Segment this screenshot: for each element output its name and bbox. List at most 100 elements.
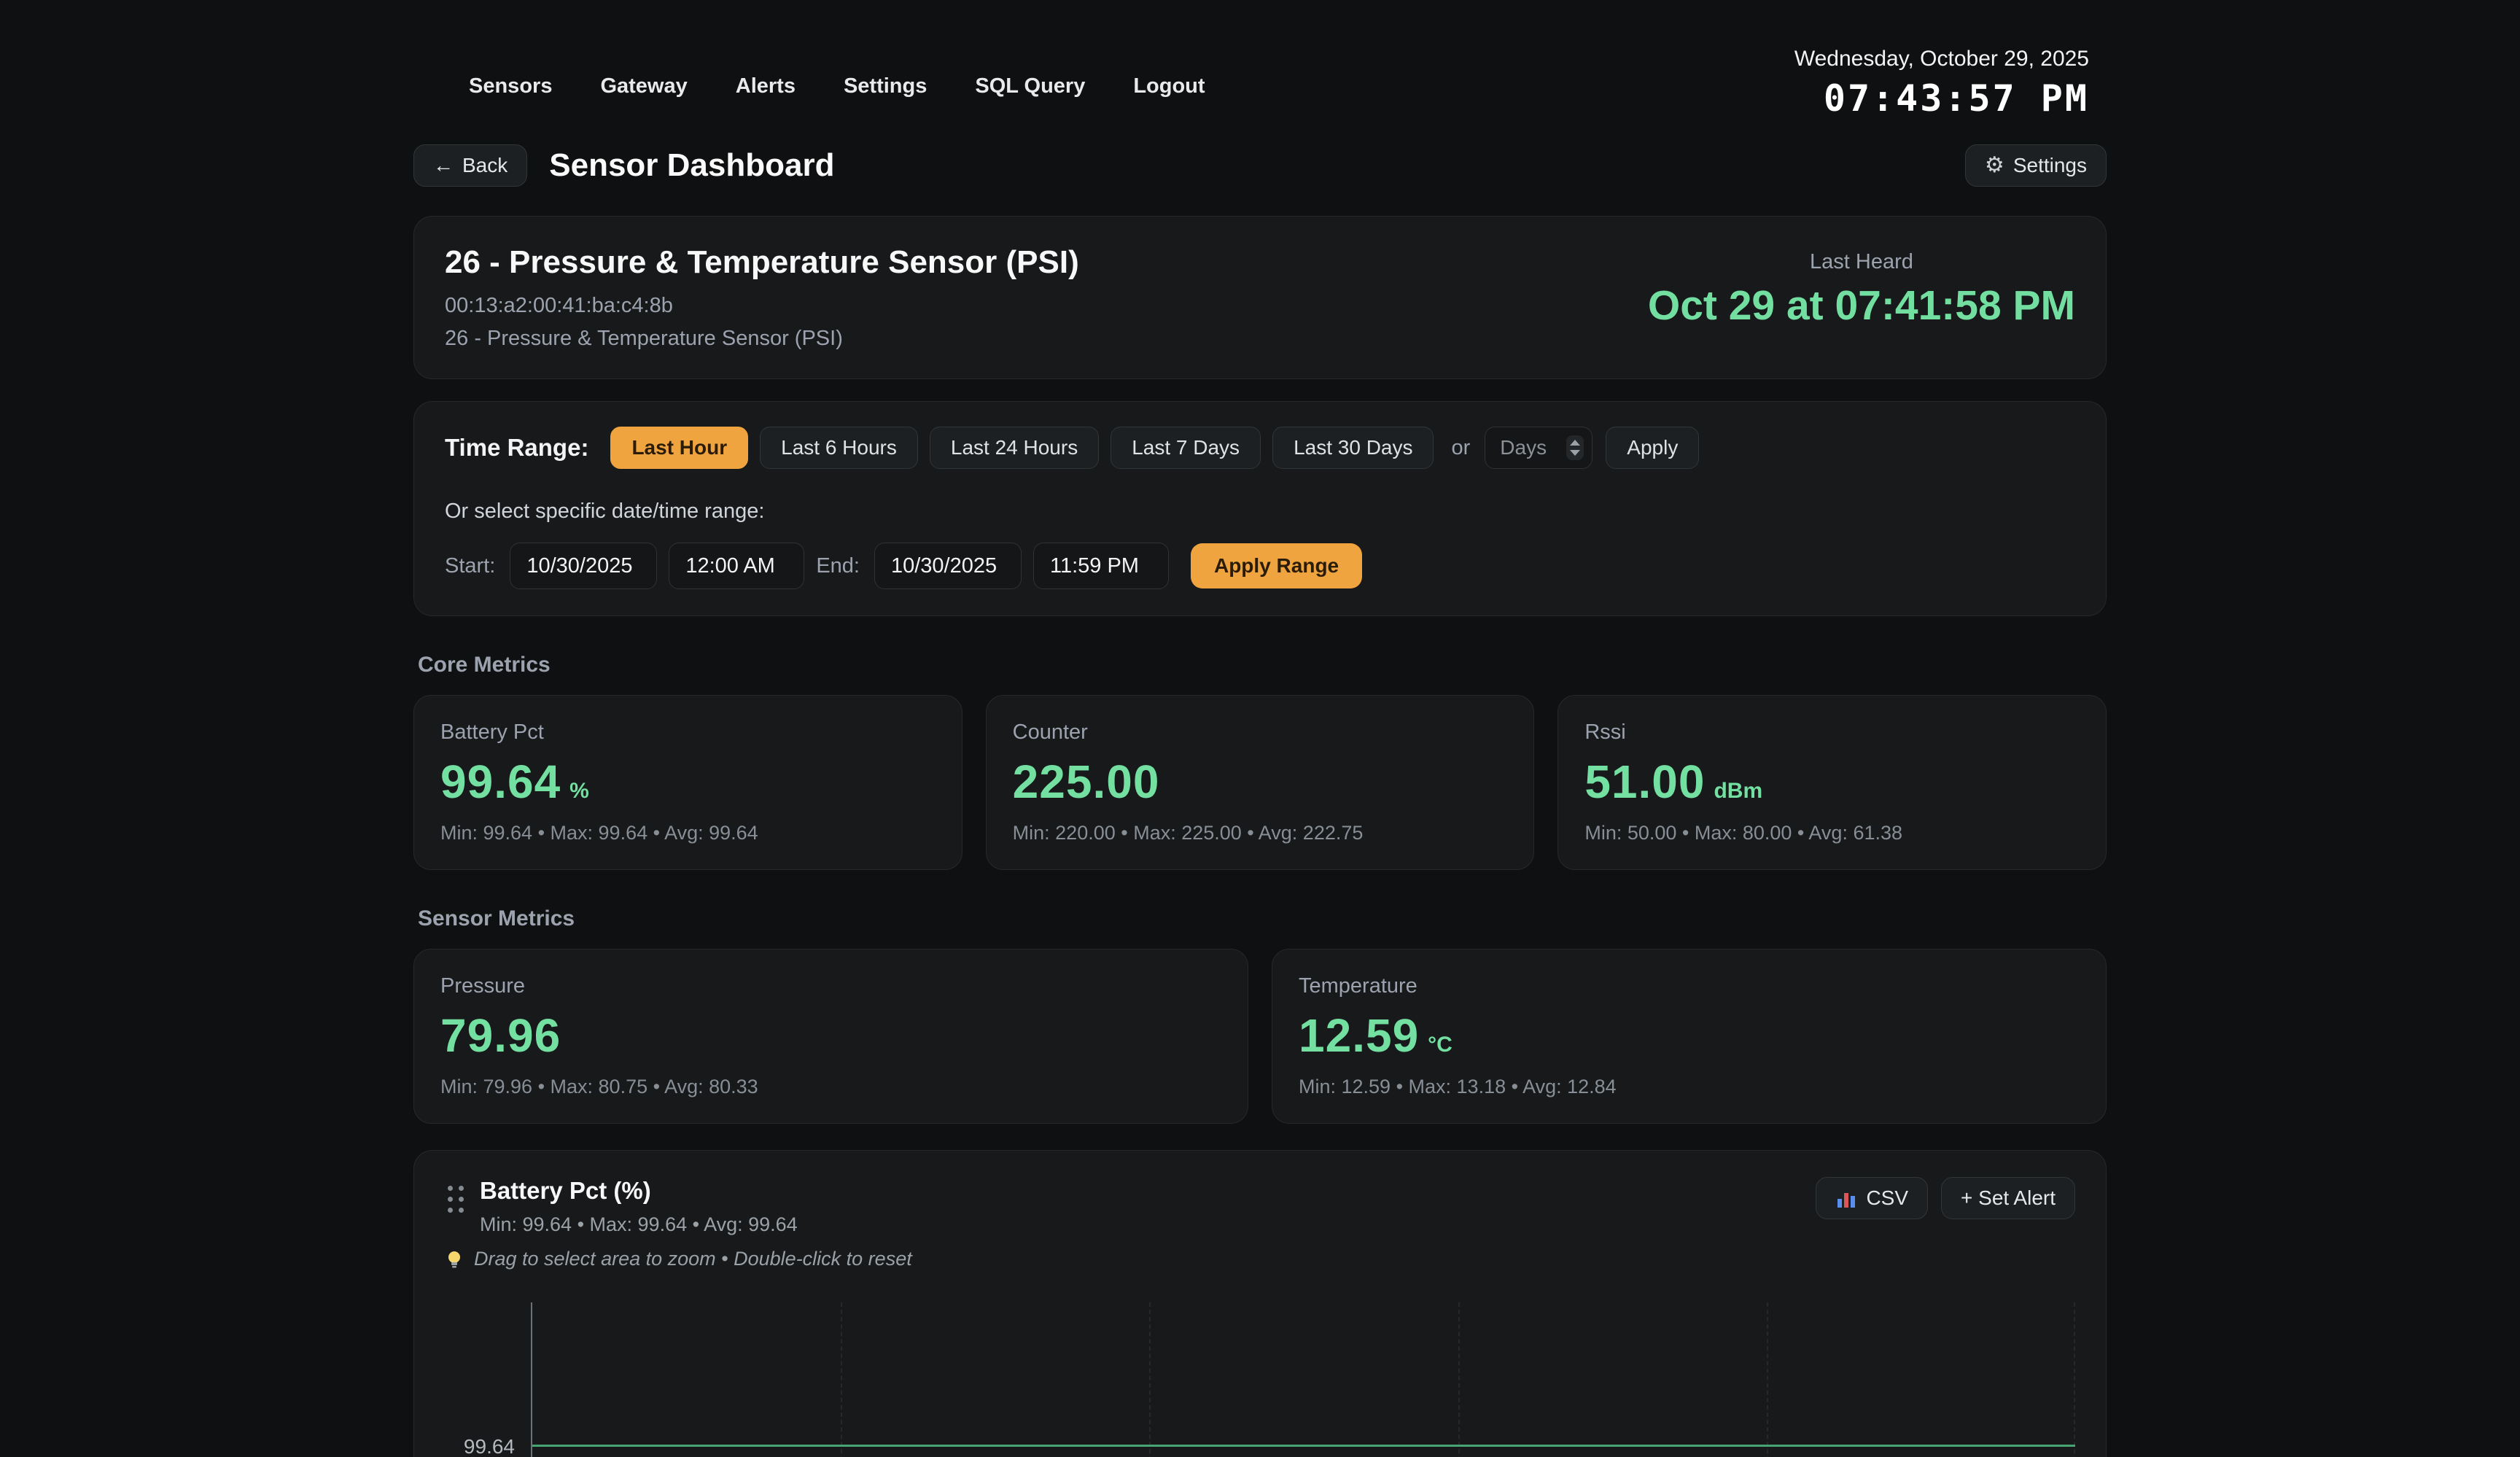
end-date-input[interactable]: [874, 543, 1022, 589]
csv-button-label: CSV: [1866, 1186, 1908, 1210]
sensor-subtitle: 26 - Pressure & Temperature Sensor (PSI): [445, 327, 1079, 351]
nav-item-sql-query[interactable]: SQL Query: [975, 74, 1085, 98]
chart-header: Battery Pct (%) Min: 99.64 • Max: 99.64 …: [445, 1177, 2075, 1236]
metric-card-temperature: Temperature 12.59 °C Min: 12.59 • Max: 1…: [1272, 949, 2107, 1124]
page-container: Sensors Gateway Alerts Settings SQL Quer…: [413, 0, 2107, 1457]
top-bar: Sensors Gateway Alerts Settings SQL Quer…: [413, 0, 2107, 120]
preset-last-24-hours[interactable]: Last 24 Hours: [930, 427, 1099, 469]
metric-value: 51.00: [1584, 755, 1705, 809]
preset-last-6-hours[interactable]: Last 6 Hours: [760, 427, 918, 469]
preset-last-30-days[interactable]: Last 30 Days: [1272, 427, 1434, 469]
main-nav: Sensors Gateway Alerts Settings SQL Quer…: [413, 74, 1205, 98]
custom-range-section: Or select specific date/time range: Star…: [445, 500, 2075, 589]
gridline: [1149, 1302, 1151, 1457]
sensor-info-left: 26 - Pressure & Temperature Sensor (PSI)…: [445, 244, 1079, 351]
metric-label: Battery Pct: [440, 720, 936, 745]
metric-unit: dBm: [1714, 779, 1762, 804]
preset-last-7-days[interactable]: Last 7 Days: [1111, 427, 1261, 469]
metric-card-rssi: Rssi 51.00 dBm Min: 50.00 • Max: 80.00 •…: [1558, 695, 2107, 870]
nav-item-logout[interactable]: Logout: [1133, 74, 1205, 98]
end-time-input[interactable]: [1033, 543, 1169, 589]
chart-hint: Drag to select area to zoom • Double-cli…: [445, 1248, 2075, 1270]
settings-button-label: Settings: [2013, 154, 2087, 177]
y-axis: 99.64: [445, 1302, 531, 1457]
apply-days-button[interactable]: Apply: [1606, 427, 1699, 469]
time-range-card: Time Range: Last Hour Last 6 Hours Last …: [413, 401, 2107, 616]
nav-item-sensors[interactable]: Sensors: [469, 74, 552, 98]
metric-stats: Min: 79.96 • Max: 80.75 • Avg: 80.33: [440, 1076, 1221, 1098]
chart-buttons: CSV + Set Alert: [1816, 1177, 2075, 1219]
set-alert-label: + Set Alert: [1961, 1186, 2056, 1210]
metric-card-pressure: Pressure 79.96 Min: 79.96 • Max: 80.75 •…: [413, 949, 1248, 1124]
last-heard-value: Oct 29 at 07:41:58 PM: [1648, 281, 2075, 330]
chart-stats: Min: 99.64 • Max: 99.64 • Avg: 99.64: [480, 1213, 798, 1236]
metric-stats: Min: 220.00 • Max: 225.00 • Avg: 222.75: [1013, 822, 1508, 844]
chart-title-block: Battery Pct (%) Min: 99.64 • Max: 99.64 …: [480, 1177, 798, 1236]
nav-item-alerts[interactable]: Alerts: [736, 74, 796, 98]
sensor-metrics-grid: Pressure 79.96 Min: 79.96 • Max: 80.75 •…: [413, 949, 2107, 1124]
core-metrics-grid: Battery Pct 99.64 % Min: 99.64 • Max: 99…: [413, 695, 2107, 870]
set-alert-button[interactable]: + Set Alert: [1941, 1177, 2075, 1219]
metric-label: Temperature: [1299, 974, 2080, 998]
battery-chart-panel: Battery Pct (%) Min: 99.64 • Max: 99.64 …: [413, 1150, 2107, 1457]
drag-handle-icon[interactable]: [448, 1186, 464, 1213]
page-header: ← Back Sensor Dashboard ⚙ Settings: [413, 144, 2107, 187]
or-label: or: [1451, 436, 1470, 460]
csv-export-button[interactable]: CSV: [1816, 1177, 1928, 1219]
gridline: [1458, 1302, 1460, 1457]
settings-button[interactable]: ⚙ Settings: [1965, 144, 2107, 187]
gridline: [1767, 1302, 1768, 1457]
clock-date: Wednesday, October 29, 2025: [1794, 47, 2089, 71]
y-axis-tick-label: 99.64: [464, 1435, 515, 1457]
days-input-wrap: [1485, 427, 1592, 469]
battery-series-line: [532, 1445, 2075, 1447]
clock-block: Wednesday, October 29, 2025 07:43:57 PM: [1794, 47, 2107, 120]
start-time-input[interactable]: [669, 543, 804, 589]
metric-card-counter: Counter 225.00 Min: 220.00 • Max: 225.00…: [986, 695, 1535, 870]
start-label: Start:: [445, 554, 495, 578]
lightbulb-icon: [445, 1250, 464, 1269]
clock-time: 07:43:57 PM: [1794, 77, 2089, 120]
metric-value-row: 79.96: [440, 1009, 1221, 1062]
metric-stats: Min: 12.59 • Max: 13.18 • Avg: 12.84: [1299, 1076, 2080, 1098]
back-button-label: Back: [462, 154, 508, 177]
metric-value-row: 12.59 °C: [1299, 1009, 2080, 1062]
gridline: [841, 1302, 842, 1457]
back-button[interactable]: ← Back: [413, 144, 527, 187]
gear-icon: ⚙: [1985, 155, 2004, 176]
time-range-label: Time Range:: [445, 434, 588, 462]
chart-plot[interactable]: [531, 1302, 2075, 1457]
metric-value: 79.96: [440, 1009, 561, 1062]
bar-chart-icon: [1835, 1187, 1857, 1209]
start-date-input[interactable]: [510, 543, 657, 589]
custom-range-fields: Start: End: Apply Range: [445, 543, 2075, 589]
chart-hint-text: Drag to select area to zoom • Double-cli…: [474, 1248, 912, 1270]
custom-range-label: Or select specific date/time range:: [445, 500, 2075, 524]
sensor-metrics-heading: Sensor Metrics: [413, 906, 2107, 931]
nav-item-gateway[interactable]: Gateway: [600, 74, 687, 98]
back-arrow-icon: ←: [433, 154, 454, 177]
time-range-presets-row: Time Range: Last Hour Last 6 Hours Last …: [445, 427, 2075, 469]
nav-item-settings[interactable]: Settings: [844, 74, 927, 98]
chart-title: Battery Pct (%): [480, 1177, 798, 1205]
gridline: [2074, 1302, 2075, 1457]
metric-value: 12.59: [1299, 1009, 1419, 1062]
metric-label: Pressure: [440, 974, 1221, 998]
sensor-mac-address: 00:13:a2:00:41:ba:c4:8b: [445, 294, 1079, 318]
apply-range-button[interactable]: Apply Range: [1191, 543, 1362, 588]
metric-unit: %: [569, 779, 589, 804]
metric-stats: Min: 99.64 • Max: 99.64 • Avg: 99.64: [440, 822, 936, 844]
sensor-title: 26 - Pressure & Temperature Sensor (PSI): [445, 244, 1079, 281]
metric-label: Counter: [1013, 720, 1508, 745]
metric-unit: °C: [1428, 1033, 1452, 1057]
chart-area: 99.64: [445, 1302, 2075, 1457]
metric-stats: Min: 50.00 • Max: 80.00 • Avg: 61.38: [1584, 822, 2080, 844]
preset-last-hour[interactable]: Last Hour: [610, 427, 748, 469]
end-label: End:: [816, 554, 860, 578]
page-title: Sensor Dashboard: [549, 147, 834, 184]
last-heard-label: Last Heard: [1648, 250, 2075, 274]
sensor-info-card: 26 - Pressure & Temperature Sensor (PSI)…: [413, 216, 2107, 379]
metric-value: 99.64: [440, 755, 561, 809]
number-spinner-icon[interactable]: [1566, 435, 1584, 460]
last-heard-block: Last Heard Oct 29 at 07:41:58 PM: [1648, 244, 2075, 330]
